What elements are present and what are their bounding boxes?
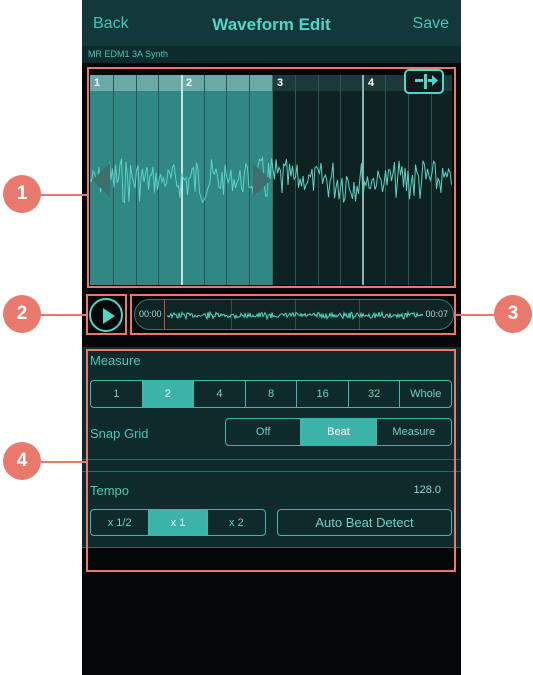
callout-box-settings: [86, 349, 456, 572]
callout-leader: [456, 314, 496, 316]
callout-box-play: [86, 294, 127, 335]
callout-leader: [40, 314, 87, 316]
callout-leader: [40, 461, 87, 463]
callout-badge-2: 2: [3, 295, 41, 333]
save-button[interactable]: Save: [413, 15, 449, 33]
callout-badge-3: 3: [494, 295, 532, 333]
nav-bar: Back Waveform Edit Save: [82, 0, 461, 47]
sample-name: MR EDM1 3A Synth: [88, 49, 169, 59]
sample-name-bar: MR EDM1 3A Synth: [82, 46, 461, 63]
callout-badge-1: 1: [3, 175, 41, 213]
page-title: Waveform Edit: [212, 15, 331, 34]
callout-box-waveform: [87, 67, 456, 288]
callout-box-overview: [130, 294, 456, 335]
callout-leader: [40, 194, 88, 196]
callout-badge-4: 4: [3, 442, 41, 480]
